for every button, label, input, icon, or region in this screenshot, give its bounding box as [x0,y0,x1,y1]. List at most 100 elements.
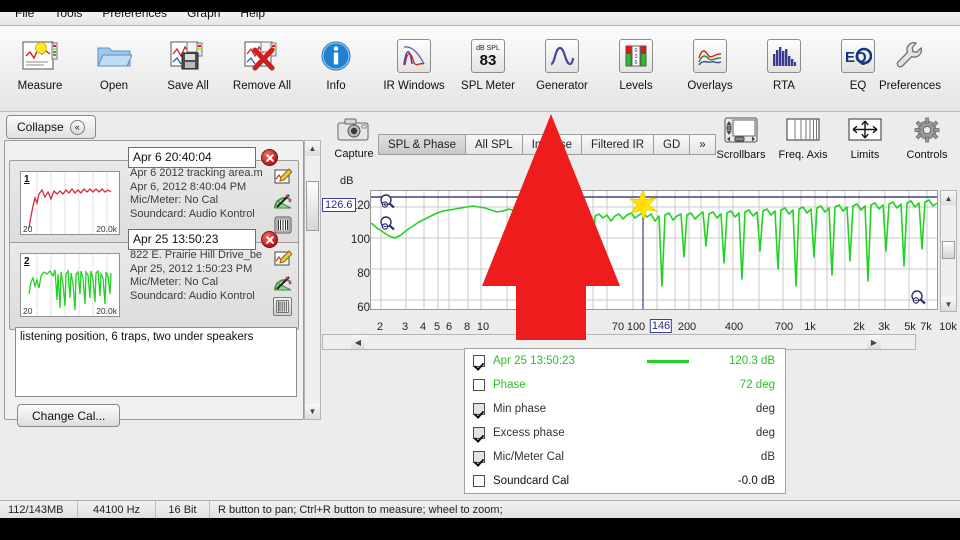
measure-icon [20,36,60,76]
legend-row[interactable]: Mic/Meter Cal dB [465,445,785,469]
measurement-thumbnail[interactable]: 2 20 20.0k [20,253,120,317]
scrollbars-button[interactable]: Scrollbars [710,115,772,161]
svg-text:6: 6 [635,60,638,66]
x-tick: 10 [476,321,490,333]
preferences-label: Preferences [878,80,941,92]
measurement-datetime: Apr 6, 2012 8:40:04 PM [130,180,247,193]
close-icon[interactable] [261,230,278,248]
ir-windows-label: IR Windows [383,80,445,92]
ir-windows-button[interactable]: IR Windows [378,32,450,92]
overlays-icon [690,36,730,76]
legend-value: deg [755,427,775,439]
legend-checkbox[interactable] [473,427,485,439]
legend-row[interactable]: Phase 72 deg [465,373,785,397]
scroll-right-icon[interactable]: ▶ [867,335,881,349]
legend-checkbox[interactable] [473,451,485,463]
tab-gd[interactable]: GD [653,134,690,155]
tab-spl-phase[interactable]: SPL & Phase [378,134,465,155]
levels-button[interactable]: 0 3 6 Levels [600,32,672,92]
toolbar-right-group: Preferences [864,32,956,92]
save-all-button[interactable]: Save All [152,32,224,92]
preferences-button[interactable]: Preferences [864,32,956,92]
measure-button[interactable]: Measure [4,32,76,92]
scroll-thumb[interactable] [942,241,955,259]
controls-button[interactable]: Controls [896,115,958,161]
x-tick: 20 [525,321,539,333]
overlays-button[interactable]: Overlays [674,32,746,92]
measurement-title-input[interactable]: Apr 25 13:50:23 [128,228,256,250]
measurement-card[interactable]: Apr 25 13:50:23 2 20 20.0k 822 E. Prairi… [9,228,299,330]
limits-arrows-icon [848,117,882,146]
measurement-mic: Mic/Meter: No Cal [130,276,219,288]
app-window: File Tools Preferences Graph Help Measur… [0,0,960,540]
scroll-up-icon[interactable]: ▲ [941,191,956,205]
wrench-icon [890,36,930,76]
levels-icon: 0 3 6 [616,36,656,76]
measurement-soundcard: Soundcard: Audio Kontrol [130,289,255,302]
capture-button[interactable]: Capture [326,117,382,160]
info-button[interactable]: Info [300,32,372,92]
legend-checkbox[interactable] [473,403,485,415]
open-button[interactable]: Open [78,32,150,92]
remove-all-button[interactable]: Remove All [226,32,298,92]
measurement-name: Apr 6 2012 tracking area.m [130,167,263,179]
thumb-high-freq: 20.0k [96,224,117,234]
scroll-thumb[interactable] [306,181,319,231]
scroll-left-icon[interactable]: ◀ [351,335,365,349]
chart-vertical-scrollbar[interactable]: ▲ ▼ [940,190,957,312]
legend-row[interactable]: Excess phase deg [465,421,785,445]
edit-notes-icon[interactable] [273,167,292,186]
scroll-up-icon[interactable]: ▲ [305,141,320,156]
graph-tool-buttons: Scrollbars Freq. Axis Limits Controls [710,115,958,161]
calibration-icon[interactable] [273,191,292,210]
measurement-title-input[interactable]: Apr 6 20:40:04 [128,146,256,168]
toolbar-left-group: Measure Open Save All Remove All Info [4,32,372,92]
legend-value: -0.0 dB [737,475,775,487]
gear-icon [912,117,942,146]
x-tick: 8 [463,321,471,333]
overlays-label: Overlays [687,80,733,92]
collapse-label: Collapse [17,120,64,134]
measurement-thumbnail[interactable]: 1 20 20.0k [20,171,120,235]
measurement-soundcard: Soundcard: Audio Kontrol [130,207,255,220]
tab-filtered-ir[interactable]: Filtered IR [580,134,654,155]
x-cursor-value-box[interactable]: 146 [649,319,673,333]
legend-row[interactable]: Apr 25 13:50:23 120.3 dB [465,349,785,373]
levels-label: Levels [619,80,653,92]
legend-row[interactable]: Soundcard Cal -0.0 dB [465,469,785,493]
freq-axis-button[interactable]: Freq. Axis [772,115,834,161]
limits-button[interactable]: Limits [834,115,896,161]
collapse-button[interactable]: Collapse « [6,115,96,139]
status-sample-rate: 44100 Hz [78,500,156,519]
legend-label: Min phase [493,403,547,415]
tab-all-spl[interactable]: All SPL [464,134,522,155]
controls-label: Controls [906,149,948,161]
measurement-info: 822 E. Prairie Hill Drive_be Apr 25, 201… [130,249,278,303]
rta-button[interactable]: RTA [748,32,820,92]
scroll-down-icon[interactable]: ▼ [305,404,320,419]
left-panel-scrollbar[interactable]: ▲ ▼ [304,140,321,420]
legend-row[interactable]: Min phase deg [465,397,785,421]
legend-checkbox[interactable] [473,475,485,487]
scroll-down-icon[interactable]: ▼ [941,297,956,311]
legend-value: dB [760,451,775,463]
spl-meter-value: 83 [479,51,497,69]
spl-meter-button[interactable]: dB SPL 83 SPL Meter [452,32,524,92]
generator-button[interactable]: Generator [526,32,598,92]
notes-textarea[interactable]: listening position, 6 traps, two under s… [15,327,297,397]
edit-notes-icon[interactable] [273,249,292,268]
x-tick: 2 [376,321,384,333]
chart-plot-area[interactable] [370,190,938,310]
x-tick: 400 [724,321,744,333]
freq-axis-label: Freq. Axis [778,149,828,161]
change-cal-button[interactable]: Change Cal... [17,404,121,427]
calibration-icon[interactable] [273,273,292,292]
tab-impulse[interactable]: Impulse [521,134,581,155]
spl-meter-icon: dB SPL 83 [468,36,508,76]
close-icon[interactable] [261,148,278,166]
y-limit-value-box[interactable]: 126.6 [322,198,356,212]
measurement-datetime: Apr 25, 2012 1:50:23 PM [130,262,253,275]
legend-checkbox[interactable] [473,379,485,391]
legend-checkbox[interactable] [473,355,485,367]
soundcard-cal-icon[interactable] [273,297,292,316]
